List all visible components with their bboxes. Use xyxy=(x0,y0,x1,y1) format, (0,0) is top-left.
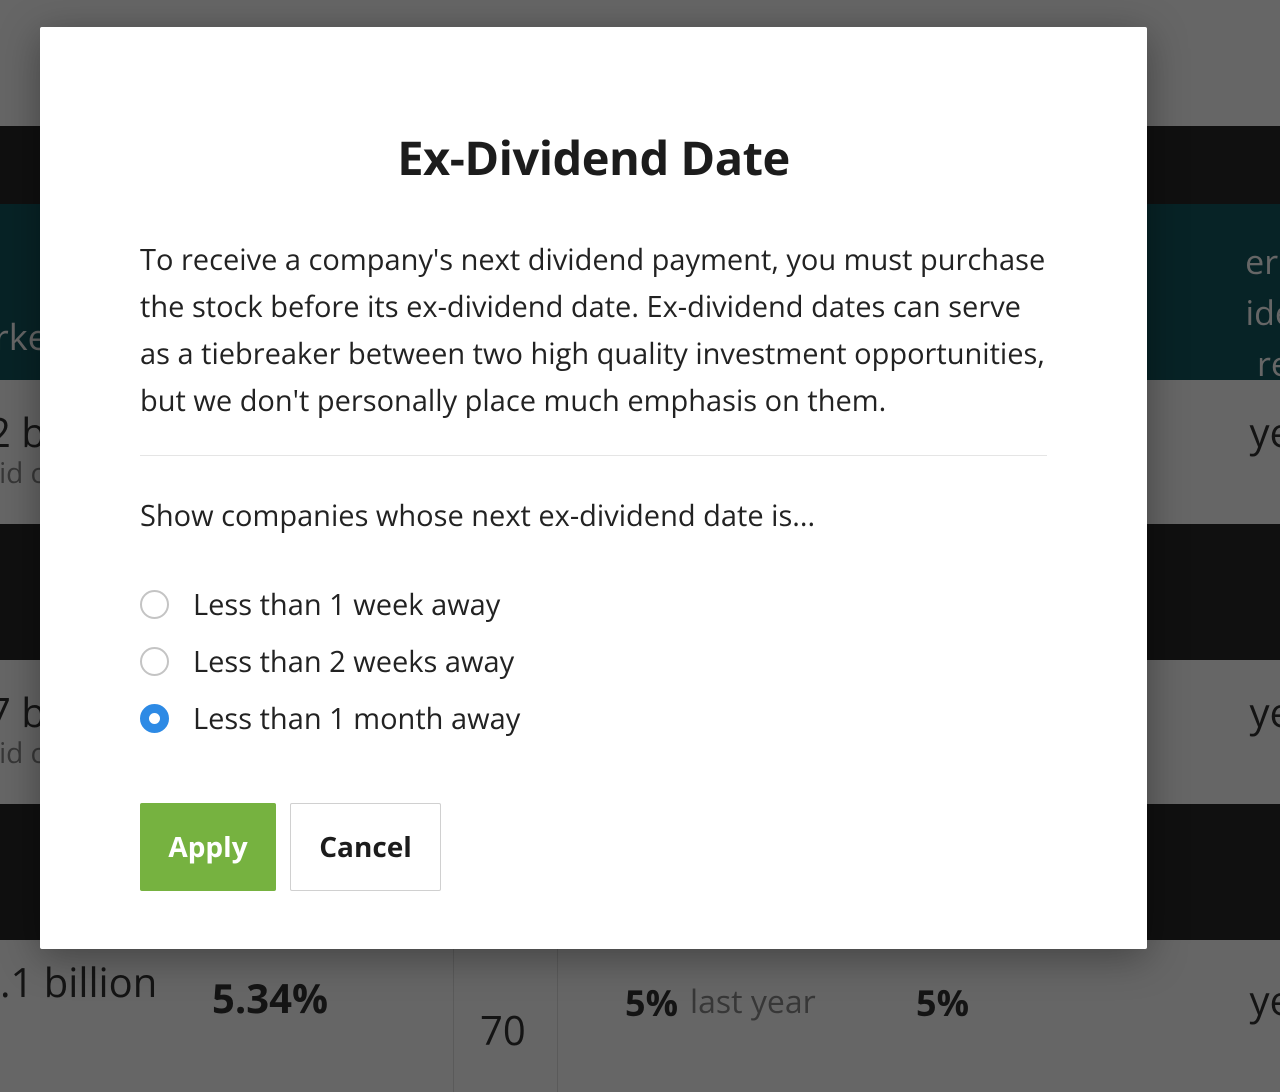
radio-group: Less than 1 week away Less than 2 weeks … xyxy=(140,585,1047,803)
radio-label: Less than 2 weeks away xyxy=(193,642,514,681)
radio-label: Less than 1 week away xyxy=(193,585,500,624)
ex-dividend-modal: Ex-Dividend Date To receive a company's … xyxy=(40,27,1147,949)
modal-title: Ex-Dividend Date xyxy=(140,27,1047,237)
apply-button[interactable]: Apply xyxy=(140,803,276,891)
cancel-button[interactable]: Cancel xyxy=(290,803,441,891)
radio-option-2-weeks[interactable]: Less than 2 weeks away xyxy=(140,642,1047,681)
radio-label: Less than 1 month away xyxy=(193,699,520,738)
radio-icon xyxy=(140,647,169,676)
filter-prompt: Show companies whose next ex-dividend da… xyxy=(140,496,1047,585)
radio-icon xyxy=(140,590,169,619)
radio-option-1-month[interactable]: Less than 1 month away xyxy=(140,699,1047,738)
radio-option-1-week[interactable]: Less than 1 week away xyxy=(140,585,1047,624)
button-row: Apply Cancel xyxy=(140,803,1047,891)
modal-description: To receive a company's next dividend pay… xyxy=(140,237,1047,455)
radio-icon xyxy=(140,704,169,733)
divider xyxy=(140,455,1047,456)
